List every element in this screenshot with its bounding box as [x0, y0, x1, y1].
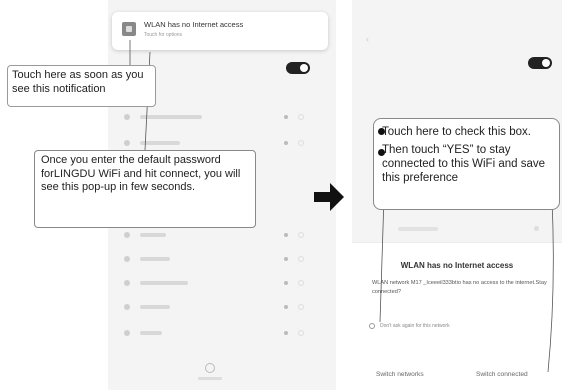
- dialog-title: WLAN has no Internet access: [400, 261, 514, 270]
- network-name-redacted: [140, 305, 170, 309]
- list-item[interactable]: [108, 298, 336, 318]
- wifi-icon: [124, 232, 130, 238]
- dont-ask-label: Don't ask again for this network: [380, 323, 450, 329]
- lock-icon: [284, 331, 288, 335]
- callout-checkbox-text: Touch here to check this box.: [382, 126, 531, 138]
- lock-icon: [284, 233, 288, 237]
- wifi-icon: [124, 280, 130, 286]
- wifi-icon: [124, 304, 130, 310]
- lock-icon: [284, 305, 288, 309]
- wifi-icon: [124, 330, 130, 336]
- info-icon[interactable]: [298, 114, 304, 120]
- lock-icon: [284, 257, 288, 261]
- refresh-icon[interactable]: [205, 363, 215, 373]
- back-icon[interactable]: ‹: [366, 34, 369, 44]
- arrow-right-icon: [314, 183, 344, 211]
- info-icon[interactable]: [298, 140, 304, 146]
- list-item[interactable]: [108, 274, 336, 294]
- network-name-redacted: [140, 257, 170, 261]
- notification-subtitle: Touch for options: [144, 32, 183, 38]
- list-item[interactable]: [108, 108, 336, 128]
- dont-ask-checkbox[interactable]: [369, 323, 375, 329]
- lock-icon: [284, 115, 288, 119]
- network-name-redacted: [140, 115, 202, 119]
- faded-row: [398, 227, 438, 231]
- wifi-icon: [124, 256, 130, 262]
- switch-networks-button[interactable]: Switch networks: [376, 371, 424, 378]
- list-item[interactable]: [108, 226, 336, 246]
- list-item[interactable]: [108, 324, 336, 344]
- callout-yes-text: Then touch “YES” to stay connected to th…: [382, 144, 545, 184]
- bullet-icon: [378, 149, 385, 156]
- wlan-toggle[interactable]: [286, 62, 310, 74]
- notification-title: WLAN has no Internet access: [144, 20, 244, 29]
- callout-notification-text: Touch here as soon as you see this notif…: [12, 69, 144, 95]
- app-icon: [122, 22, 136, 36]
- info-icon[interactable]: [298, 304, 304, 310]
- callout-dialog-tips: Touch here to check this box. Then touch…: [373, 118, 560, 210]
- network-name-redacted: [140, 281, 188, 285]
- info-icon[interactable]: [298, 330, 304, 336]
- list-item[interactable]: [108, 250, 336, 270]
- wifi-icon: [124, 114, 130, 120]
- network-name-redacted: [140, 233, 166, 237]
- info-icon[interactable]: [298, 256, 304, 262]
- bullet-icon: [378, 128, 385, 135]
- info-icon[interactable]: [298, 280, 304, 286]
- dialog-message: WLAN network M17 _Iceeeil333btio has no …: [372, 280, 547, 295]
- network-name-redacted: [140, 141, 180, 145]
- lock-icon: [284, 281, 288, 285]
- faded-row-dot: [534, 226, 539, 231]
- no-internet-dialog: WLAN has no Internet access WLAN network…: [352, 242, 562, 390]
- lock-icon: [284, 141, 288, 145]
- refresh-label-redacted: [198, 377, 222, 380]
- info-icon[interactable]: [298, 232, 304, 238]
- wlan-notification[interactable]: WLAN has no Internet access Touch for op…: [112, 12, 328, 50]
- network-name-redacted: [140, 331, 162, 335]
- wlan-toggle[interactable]: [528, 57, 552, 69]
- callout-password-text: Once you enter the default password forL…: [41, 154, 241, 193]
- wifi-icon: [124, 140, 130, 146]
- callout-password-tip: Once you enter the default password forL…: [34, 150, 256, 228]
- callout-notification-tip: Touch here as soon as you see this notif…: [7, 65, 156, 107]
- switch-connected-button[interactable]: Switch connected: [476, 371, 528, 378]
